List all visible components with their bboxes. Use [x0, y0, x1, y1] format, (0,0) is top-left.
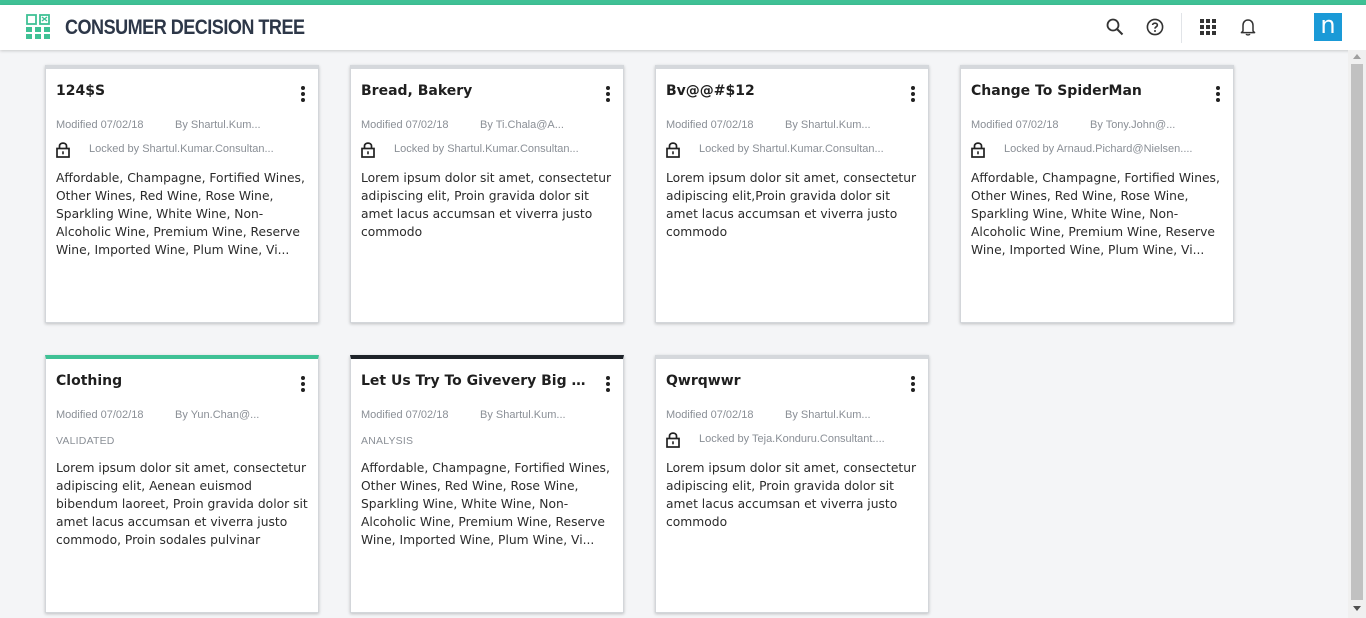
lock-icon [971, 142, 985, 158]
lock-icon [666, 142, 680, 158]
search-icon[interactable] [1105, 17, 1125, 37]
card-description: Lorem ipsum dolor sit amet, consectetur … [56, 461, 308, 547]
card-modified-date: Modified 07/02/18 [361, 119, 449, 131]
card-modified-date: Modified 07/02/18 [56, 409, 144, 421]
card-grid: 124$S Modified 07/02/18 By Shartul.Kum..… [0, 50, 1348, 618]
card-author: By Shartul.Kum... [785, 409, 871, 421]
card-description: Lorem ipsum dolor sit amet, consectetur … [361, 171, 612, 239]
card-title[interactable]: Change To SpiderMan [971, 83, 1203, 99]
brand-logo[interactable]: n [1314, 13, 1342, 41]
card-menu-icon[interactable] [605, 376, 611, 394]
tree-card[interactable]: Bv@@#$12 Modified 07/02/18 By Shartul.Ku… [655, 65, 929, 323]
card-menu-icon[interactable] [910, 376, 916, 394]
card-author: By Tony.John@... [1090, 119, 1176, 131]
scrollbar-thumb[interactable] [1351, 64, 1363, 600]
tree-card[interactable]: Bread, Bakery Modified 07/02/18 By Ti.Ch… [350, 65, 624, 323]
apps-grid-icon[interactable] [1198, 17, 1218, 37]
card-author: By Shartul.Kum... [480, 409, 566, 421]
card-lock-info: Locked by Shartul.Kumar.Consultan... [666, 141, 916, 159]
card-title[interactable]: Clothing [56, 373, 288, 389]
card-title[interactable]: Bv@@#$12 [666, 83, 898, 99]
lock-icon [666, 432, 680, 448]
lock-icon [361, 142, 375, 158]
card-description: Affordable, Champagne, Fortified Wines, … [361, 461, 610, 547]
app-logo-icon [26, 14, 50, 39]
scroll-up-arrow-icon[interactable] [1353, 54, 1361, 59]
card-lock-text: Locked by Arnaud.Pichard@Nielsen.... [1004, 143, 1193, 155]
help-icon[interactable] [1145, 17, 1165, 37]
card-title[interactable]: Qwrqwwr [666, 373, 898, 389]
card-status-label: VALIDATED [56, 435, 115, 447]
tree-card[interactable]: Change To SpiderMan Modified 07/02/18 By… [960, 65, 1234, 323]
card-author: By Shartul.Kum... [175, 119, 261, 131]
card-title[interactable]: 124$S [56, 83, 288, 99]
card-author: By Yun.Chan@... [175, 409, 260, 421]
card-status-label: ANALYSIS [361, 435, 414, 447]
card-lock-info: Locked by Arnaud.Pichard@Nielsen.... [971, 141, 1221, 159]
card-menu-icon[interactable] [1215, 86, 1221, 104]
card-menu-icon[interactable] [300, 86, 306, 104]
card-modified-date: Modified 07/02/18 [56, 119, 144, 131]
card-author: By Shartul.Kum... [785, 119, 871, 131]
bell-icon[interactable] [1238, 17, 1258, 37]
tree-card[interactable]: 124$S Modified 07/02/18 By Shartul.Kum..… [45, 65, 319, 323]
card-lock-info: Locked by Teja.Konduru.Consultant.... [666, 431, 916, 449]
card-lock-info: Locked by Shartul.Kumar.Consultan... [361, 141, 611, 159]
card-menu-icon[interactable] [910, 86, 916, 104]
card-menu-icon[interactable] [300, 376, 306, 394]
card-modified-date: Modified 07/02/18 [971, 119, 1059, 131]
card-lock-text: Locked by Teja.Konduru.Consultant.... [699, 433, 885, 445]
app-header: CONSUMER DECISION TREE n [0, 5, 1366, 50]
card-author: By Ti.Chala@A... [480, 119, 564, 131]
page-scrollbar[interactable] [1348, 50, 1366, 618]
card-title[interactable]: Bread, Bakery [361, 83, 593, 99]
card-modified-date: Modified 07/02/18 [666, 409, 754, 421]
lock-icon [56, 142, 70, 158]
card-lock-text: Locked by Shartul.Kumar.Consultan... [699, 143, 884, 155]
card-modified-date: Modified 07/02/18 [666, 119, 754, 131]
app-title: CONSUMER DECISION TREE [65, 16, 305, 39]
card-menu-icon[interactable] [605, 86, 611, 104]
tree-card[interactable]: Let Us Try To Givevery Big Na... Modifie… [350, 355, 624, 613]
card-description: Affordable, Champagne, Fortified Wines, … [56, 171, 305, 257]
card-lock-info: Locked by Shartul.Kumar.Consultan... [56, 141, 306, 159]
card-lock-text: Locked by Shartul.Kumar.Consultan... [394, 143, 579, 155]
card-lock-text: Locked by Shartul.Kumar.Consultan... [89, 143, 274, 155]
card-description: Affordable, Champagne, Fortified Wines, … [971, 171, 1220, 257]
card-description: Lorem ipsum dolor sit amet, consectetur … [666, 461, 917, 529]
scroll-down-arrow-icon[interactable] [1353, 606, 1361, 611]
tree-card[interactable]: Clothing Modified 07/02/18 By Yun.Chan@.… [45, 355, 319, 613]
card-description: Lorem ipsum dolor sit amet, consectetur … [666, 171, 917, 239]
tree-card[interactable]: Qwrqwwr Modified 07/02/18 By Shartul.Kum… [655, 355, 929, 613]
card-title[interactable]: Let Us Try To Givevery Big Na... [361, 373, 593, 389]
card-modified-date: Modified 07/02/18 [361, 409, 449, 421]
header-divider [1181, 13, 1182, 43]
